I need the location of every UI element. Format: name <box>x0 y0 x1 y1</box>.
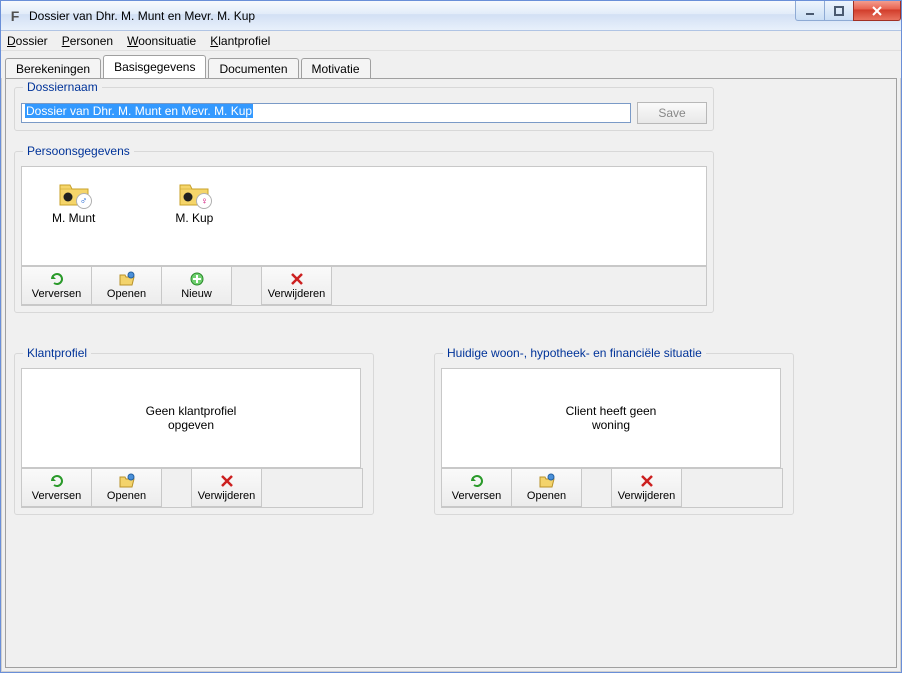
app-icon: F <box>7 8 23 24</box>
legend-dossiernaam: Dossiernaam <box>23 80 102 94</box>
woonsituatie-message: Client heeft geen woning <box>566 404 657 432</box>
save-button[interactable]: Save <box>637 102 707 124</box>
woonsituatie-toolbar: Verversen Openen Verwijderen <box>441 468 783 508</box>
window-controls <box>796 1 901 21</box>
menu-dossier[interactable]: Dossier <box>7 34 48 48</box>
open-icon <box>119 473 135 489</box>
titlebar: F Dossier van Dhr. M. Munt en Mevr. M. K… <box>1 1 901 31</box>
delete-icon <box>219 473 235 489</box>
persons-list: ♂ M. Munt ♀ M. Kup <box>21 166 707 266</box>
tab-documenten[interactable]: Documenten <box>208 58 298 79</box>
folder-icon: ♀ <box>178 179 210 207</box>
open-button[interactable]: Openen <box>512 469 582 507</box>
klantprofiel-message: Geen klantprofiel opgeven <box>146 404 237 432</box>
tab-panel-basisgegevens: Dossiernaam Dossier van Dhr. M. Munt en … <box>5 78 897 668</box>
tab-berekeningen[interactable]: Berekeningen <box>5 58 101 79</box>
new-button[interactable]: Nieuw <box>162 267 232 305</box>
dossiernaam-value: Dossier van Dhr. M. Munt en Mevr. M. Kup <box>25 104 253 118</box>
legend-klantprofiel: Klantprofiel <box>23 346 91 360</box>
gender-male-icon: ♂ <box>76 193 92 209</box>
tab-basisgegevens[interactable]: Basisgegevens <box>103 55 206 78</box>
delete-button[interactable]: Verwijderen <box>262 267 332 305</box>
delete-button[interactable]: Verwijderen <box>192 469 262 507</box>
delete-icon <box>289 271 305 287</box>
dossiernaam-input[interactable]: Dossier van Dhr. M. Munt en Mevr. M. Kup <box>21 103 631 123</box>
group-persoonsgegevens: Persoonsgegevens ♂ M. Munt ♀ M. Kup <box>14 151 714 313</box>
lower-row: Klantprofiel Geen klantprofiel opgeven V… <box>14 353 888 535</box>
tabstrip: Berekeningen Basisgegevens Documenten Mo… <box>1 51 901 78</box>
refresh-button[interactable]: Verversen <box>442 469 512 507</box>
refresh-icon <box>469 473 485 489</box>
new-icon <box>189 271 205 287</box>
group-woonsituatie: Huidige woon-, hypotheek- en financiële … <box>434 353 794 515</box>
refresh-icon <box>49 271 65 287</box>
open-button[interactable]: Openen <box>92 267 162 305</box>
group-klantprofiel: Klantprofiel Geen klantprofiel opgeven V… <box>14 353 374 515</box>
person-item[interactable]: ♀ M. Kup <box>175 179 213 225</box>
person-name: M. Munt <box>52 211 95 225</box>
delete-button[interactable]: Verwijderen <box>612 469 682 507</box>
window-title: Dossier van Dhr. M. Munt en Mevr. M. Kup <box>29 9 255 23</box>
open-button[interactable]: Openen <box>92 469 162 507</box>
app-window: F Dossier van Dhr. M. Munt en Mevr. M. K… <box>0 0 902 673</box>
open-icon <box>539 473 555 489</box>
menu-personen[interactable]: Personen <box>62 34 113 48</box>
klantprofiel-toolbar: Verversen Openen Verwijderen <box>21 468 363 508</box>
tab-motivatie[interactable]: Motivatie <box>301 58 371 79</box>
person-item[interactable]: ♂ M. Munt <box>52 179 95 225</box>
delete-icon <box>639 473 655 489</box>
maximize-button[interactable] <box>824 1 854 21</box>
open-icon <box>119 271 135 287</box>
refresh-button[interactable]: Verversen <box>22 469 92 507</box>
refresh-button[interactable]: Verversen <box>22 267 92 305</box>
persons-toolbar: Verversen Openen Nieuw Verwijderen <box>21 266 707 306</box>
klantprofiel-area: Geen klantprofiel opgeven <box>21 368 361 468</box>
folder-icon: ♂ <box>58 179 90 207</box>
person-name: M. Kup <box>175 211 213 225</box>
menu-woonsituatie[interactable]: Woonsituatie <box>127 34 196 48</box>
minimize-button[interactable] <box>795 1 825 21</box>
close-button[interactable] <box>853 1 901 21</box>
legend-woonsituatie: Huidige woon-, hypotheek- en financiële … <box>443 346 706 360</box>
menubar: Dossier Personen Woonsituatie Klantprofi… <box>1 31 901 51</box>
legend-persoonsgegevens: Persoonsgegevens <box>23 144 134 158</box>
menu-klantprofiel[interactable]: Klantprofiel <box>210 34 270 48</box>
refresh-icon <box>49 473 65 489</box>
woonsituatie-area: Client heeft geen woning <box>441 368 781 468</box>
group-dossiernaam: Dossiernaam Dossier van Dhr. M. Munt en … <box>14 87 714 131</box>
